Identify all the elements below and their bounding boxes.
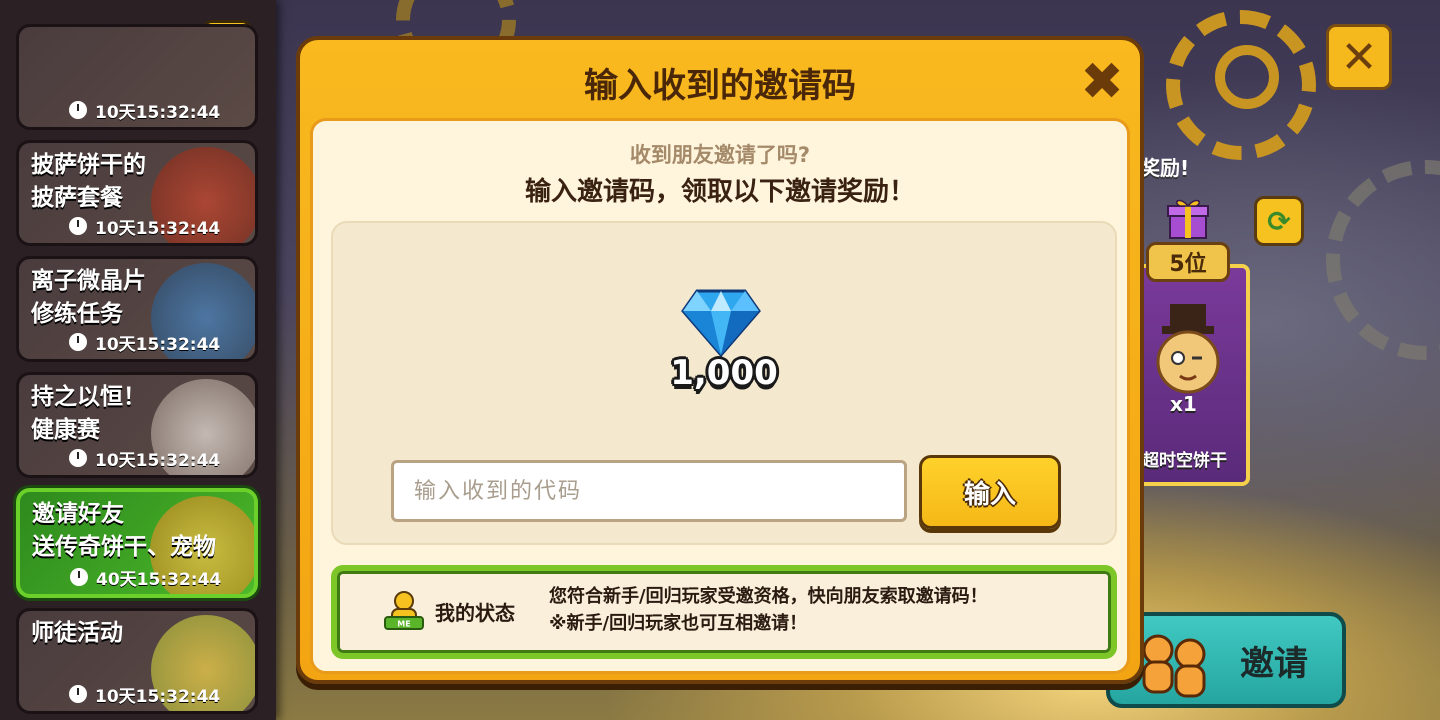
clock-icon: [70, 568, 88, 586]
event-timer: 10天15:32:44: [69, 215, 221, 239]
event-item[interactable]: 师徒活动 10天15:32:44: [16, 608, 258, 714]
clock-icon: [69, 333, 87, 351]
event-item[interactable]: 披萨饼干的 披萨套餐 10天15:32:44: [16, 140, 258, 246]
blue-diamond-crystal-icon: [681, 289, 761, 357]
status-message-line: 您符合新手/回归玩家受邀资格，快向朋友索取邀请码！: [549, 586, 988, 607]
event-title: 邀请好友 送传奇饼干、宠物: [32, 501, 216, 560]
gift-icon: [1167, 199, 1209, 239]
dialog-title: 输入收到的邀请码: [584, 66, 856, 106]
event-timer: 40天15:32:44: [70, 566, 222, 590]
event-title: 披萨饼干的 披萨套餐: [31, 152, 146, 211]
event-sidebar: 活动 10天15:32:44 披萨饼干的 披萨套餐 10天15:32:44 离子…: [0, 0, 276, 720]
rank-badge: 5位: [1146, 242, 1230, 282]
close-icon[interactable]: ✕: [1326, 24, 1392, 90]
dialog-body: 收到朋友邀请了吗? 输入邀请码，领取以下邀请奖励！ 1,000 输入 ME: [310, 118, 1130, 674]
event-timer: 10天15:32:44: [69, 447, 221, 471]
event-timer: 10天15:32:44: [69, 331, 221, 355]
reward-text: 奖励!: [1140, 156, 1190, 180]
event-time: 10天15:32:44: [95, 450, 221, 471]
status-message: 您符合新手/回归玩家受邀资格，快向朋友索取邀请码！ ※新手/回归玩家也可互相邀请…: [549, 583, 988, 637]
event-time: 10天15:32:44: [95, 218, 221, 239]
event-title: 离子微晶片 修练任务: [31, 268, 146, 327]
invite-button-label: 邀请: [1240, 643, 1308, 684]
clock-icon: [69, 217, 87, 235]
event-timer: 10天15:32:44: [69, 99, 221, 123]
my-status-panel: ME 我的状态 您符合新手/回归玩家受邀资格，快向朋友索取邀请码！ ※新手/回归…: [331, 565, 1117, 659]
cookie-name: 超时空饼干: [1142, 451, 1227, 471]
status-message-line: ※新手/回归玩家也可互相邀请！: [549, 613, 808, 634]
clock-icon: [69, 685, 87, 703]
event-time: 10天15:32:44: [95, 686, 221, 707]
event-time: 10天15:32:44: [95, 334, 221, 355]
reward-panel: 1,000 输入: [331, 221, 1117, 545]
invite-instruction: 输入邀请码，领取以下邀请奖励！: [524, 177, 915, 207]
event-item[interactable]: 10天15:32:44: [16, 24, 258, 130]
event-timer: 10天15:32:44: [69, 683, 221, 707]
status-label: 我的状态: [435, 601, 515, 625]
event-item[interactable]: 持之以恒！ 健康赛 10天15:32:44: [16, 372, 258, 478]
enter-code-button[interactable]: 输入: [919, 455, 1061, 529]
cookie-count: x1: [1170, 392, 1197, 416]
event-title: 师徒活动: [31, 620, 123, 646]
invite-code-input[interactable]: [391, 460, 907, 522]
event-time: 10天15:32:44: [95, 102, 221, 123]
invite-code-dialog: 输入收到的邀请码 ✖ 收到朋友邀请了吗? 输入邀请码，领取以下邀请奖励！ 1,0…: [296, 36, 1144, 684]
gear-icon: [1215, 45, 1279, 109]
event-item-invite-friends[interactable]: 邀请好友 送传奇饼干、宠物 40天15:32:44: [16, 488, 258, 598]
clock-icon: [69, 101, 87, 119]
gear-decoration: [1326, 160, 1440, 360]
clock-icon: [69, 449, 87, 467]
event-title: 持之以恒！ 健康赛: [31, 384, 146, 443]
cookie-character-icon: [1156, 304, 1220, 394]
invite-question: 收到朋友邀请了吗?: [629, 143, 811, 167]
event-time: 40天15:32:44: [96, 569, 222, 590]
svg-text:ME: ME: [397, 620, 410, 629]
reward-amount: 1,000: [670, 353, 778, 393]
refresh-button[interactable]: ⟳: [1254, 196, 1304, 246]
event-item[interactable]: 离子微晶片 修练任务 10天15:32:44: [16, 256, 258, 362]
me-character-icon: ME: [384, 591, 424, 630]
close-icon[interactable]: ✖: [1076, 56, 1128, 108]
